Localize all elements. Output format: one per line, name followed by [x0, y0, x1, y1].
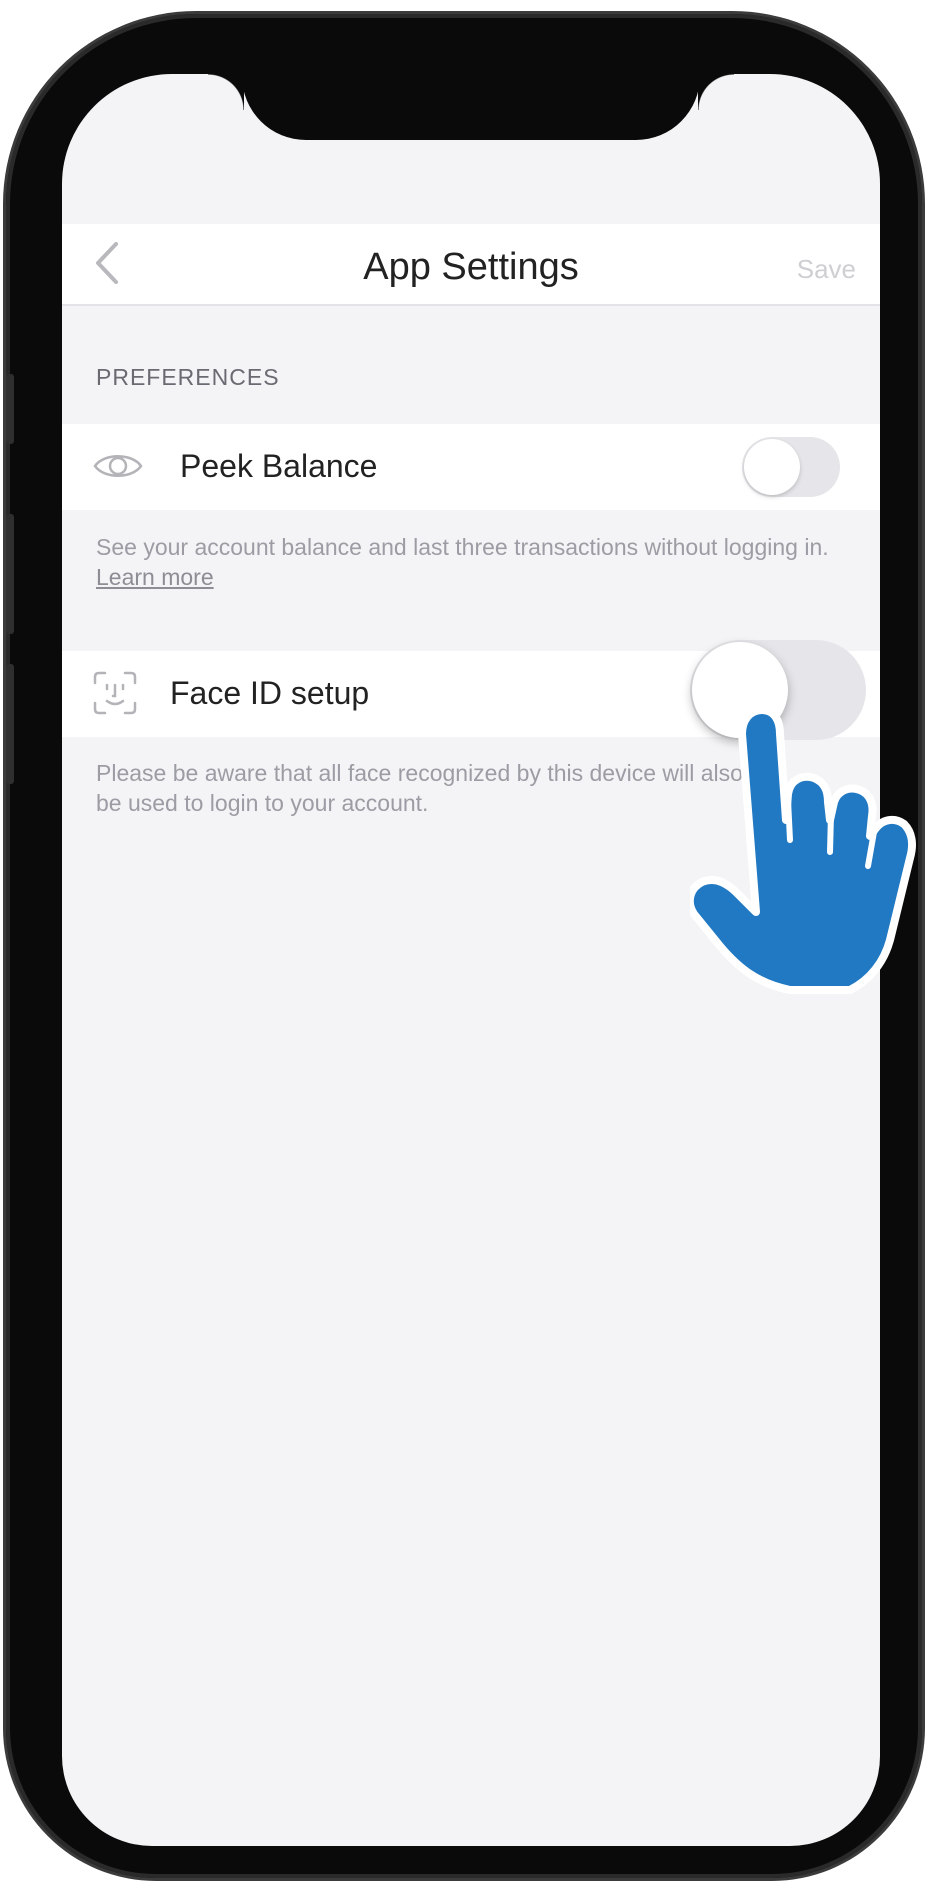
navigation-bar: App Settings Save [62, 224, 880, 306]
face-id-description: Please be aware that all face recognized… [96, 760, 743, 816]
pointing-hand-icon [690, 706, 916, 994]
eye-icon [93, 455, 143, 477]
peek-balance-label: Peek Balance [180, 448, 378, 484]
volume-down-button [6, 664, 14, 784]
section-header-preferences: PREFERENCES [96, 364, 280, 390]
toggle-knob [744, 439, 800, 495]
notch [208, 74, 734, 140]
save-button[interactable]: Save [797, 254, 856, 285]
page-title: App Settings [363, 246, 579, 288]
face-id-icon [93, 671, 137, 715]
learn-more-link[interactable]: Learn more [96, 564, 214, 590]
peek-balance-row: Peek Balance [62, 424, 880, 510]
peek-balance-description-text: See your account balance and last three … [96, 534, 829, 560]
mute-switch [6, 374, 14, 444]
volume-up-button [6, 514, 14, 634]
peek-balance-description: See your account balance and last three … [96, 532, 836, 592]
peek-balance-toggle[interactable] [742, 437, 840, 497]
face-id-label: Face ID setup [170, 675, 370, 711]
